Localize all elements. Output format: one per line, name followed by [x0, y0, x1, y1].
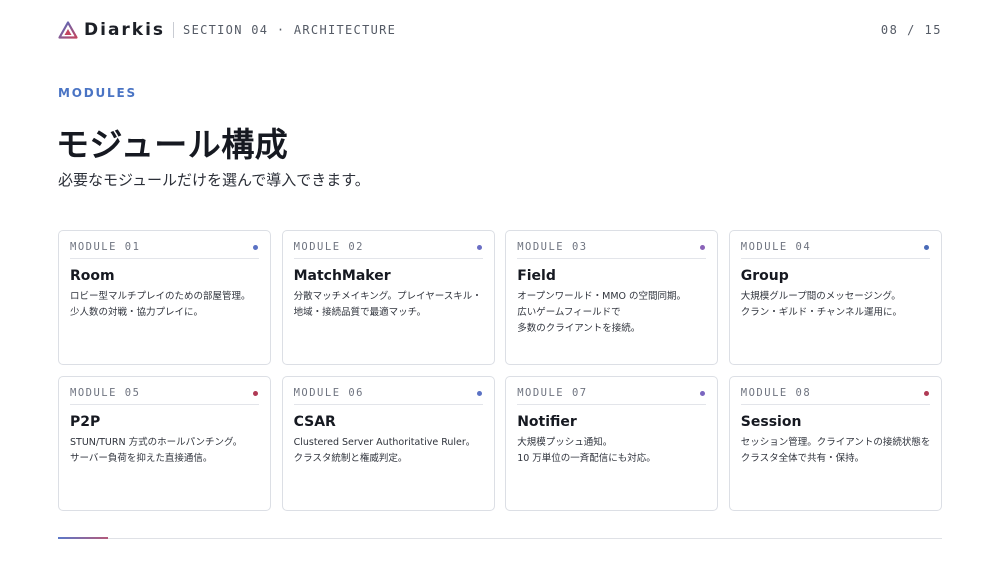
page-title: モジュール構成: [56, 125, 289, 164]
module-description-line: 分散マッチメイキング。プレイヤースキル・: [293, 291, 482, 302]
module-name: P2P: [70, 414, 101, 430]
module-code: MODULE 04: [740, 241, 812, 253]
section-label: SECTION 04 · ARCHITECTURE: [183, 23, 397, 37]
module-description: セッション管理。クライアントの接続状態を クラスタ全体で共有・保持。: [740, 435, 931, 467]
status-dot-icon: [476, 390, 482, 396]
module-name: Room: [70, 268, 115, 284]
progress-bar-fill: [58, 537, 108, 539]
module-card-header: MODULE 07: [517, 387, 707, 405]
status-dot-icon: [700, 244, 706, 250]
module-description: STUN/TURN 方式のホールパンチング。 サーバー負荷を抑えた直接通信。: [70, 435, 259, 467]
status-dot-icon: [923, 390, 929, 396]
module-grid: MODULE 01 Room ロビー型マルチプレイのための部屋管理。 少人数の対戦・協…: [58, 230, 942, 511]
module-code: MODULE 08: [740, 387, 812, 399]
module-card[interactable]: MODULE 03 Field オープンワールド・MMO の空間同期。 広いゲームフィ…: [505, 230, 719, 365]
module-code: MODULE 05: [70, 387, 141, 399]
eyebrow-label: MODULES: [58, 86, 137, 100]
status-dot-icon: [253, 244, 258, 250]
module-description-line: 地域・接続品質で最適マッチ。: [293, 307, 427, 318]
module-description-line: オープンワールド・MMO の空間同期。: [517, 291, 687, 302]
module-card[interactable]: MODULE 06 CSAR Clustered Server Authoritat…: [281, 376, 495, 511]
module-description-line: 10 万単位の一斉配信にも対応。: [517, 453, 656, 464]
module-name: Session: [740, 414, 802, 430]
module-card-header: MODULE 08: [740, 387, 930, 405]
status-dot-icon: [253, 390, 258, 396]
module-name: Group: [740, 268, 789, 284]
progress-track: [58, 538, 942, 539]
module-description: 分散マッチメイキング。プレイヤースキル・ 地域・接続品質で最適マッチ。: [294, 289, 483, 321]
module-card-header: MODULE 05: [70, 387, 259, 405]
module-description-line: ロビー型マルチプレイのための部屋管理。: [70, 291, 251, 302]
module-description: オープンワールド・MMO の空間同期。 広いゲームフィールドで多数のクライアントを…: [517, 289, 706, 337]
module-code: MODULE 01: [70, 241, 141, 253]
brand-name: Diarkis: [84, 20, 166, 40]
module-description-line: 少人数の対戦・協力プレイに。: [70, 307, 204, 318]
top-header: Diarkis SECTION 04 · ARCHITECTURE 08 / 1…: [58, 18, 942, 42]
module-card-header: MODULE 02: [293, 241, 483, 259]
module-description-line: 広いゲームフィールドで: [517, 307, 621, 318]
module-card[interactable]: MODULE 08 Session セッション管理。クライアントの接続状態を クラスタ…: [728, 376, 942, 511]
module-name: CSAR: [293, 414, 336, 430]
module-card[interactable]: MODULE 05 P2P STUN/TURN 方式のホールパンチング。 サーバー負荷…: [58, 376, 271, 511]
module-description: ロビー型マルチプレイのための部屋管理。 少人数の対戦・協力プレイに。: [70, 289, 259, 321]
module-name: Notifier: [517, 414, 577, 430]
status-dot-icon: [700, 390, 706, 396]
module-description-line: STUN/TURN 方式のホールパンチング。: [70, 437, 243, 448]
module-description-line: クラスタ全体で共有・保持。: [740, 453, 865, 464]
module-card-header: MODULE 03: [517, 241, 707, 259]
module-description-line: Clustered Server Authoritative Ruler。: [293, 437, 476, 448]
module-description-line: クラン・ギルド・チャンネル運用に。: [740, 307, 902, 318]
module-description-line: 大規模グループ間のメッセージング。: [740, 291, 901, 302]
page-counter: 08 / 15: [880, 23, 942, 37]
module-description-line: 大規模プッシュ通知。: [517, 437, 613, 448]
module-description-line: サーバー負荷を抑えた直接通信。: [70, 453, 213, 464]
module-card[interactable]: MODULE 01 Room ロビー型マルチプレイのための部屋管理。 少人数の対戦・協…: [58, 230, 271, 365]
triangle-logo-icon: [58, 21, 78, 39]
module-name: Field: [517, 268, 556, 284]
module-description: 大規模プッシュ通知。 10 万単位の一斉配信にも対応。: [517, 435, 706, 467]
module-description-line: クラスタ統制と権威判定。: [293, 453, 408, 464]
module-description-line: 多数のクライアントを接続。: [517, 323, 641, 334]
module-card[interactable]: MODULE 02 MatchMaker 分散マッチメイキング。プレイヤースキル・地…: [281, 230, 495, 365]
module-card-header: MODULE 06: [293, 387, 483, 405]
module-card[interactable]: MODULE 07 Notifier 大規模プッシュ通知。 10 万単位の一斉配信にも…: [505, 376, 719, 511]
module-card-header: MODULE 04: [740, 241, 930, 259]
module-code: MODULE 06: [293, 387, 364, 399]
header-divider: [173, 22, 175, 38]
module-card[interactable]: MODULE 04 Group 大規模グループ間のメッセージング。 クラン・ギルド・チ…: [728, 230, 942, 365]
module-card-header: MODULE 01: [70, 241, 259, 259]
brand-logo[interactable]: Diarkis: [58, 20, 165, 40]
module-code: MODULE 03: [517, 241, 588, 253]
module-description: 大規模グループ間のメッセージング。 クラン・ギルド・チャンネル運用に。: [741, 289, 930, 321]
module-code: MODULE 02: [293, 241, 364, 253]
status-dot-icon: [923, 244, 929, 250]
module-code: MODULE 07: [517, 387, 588, 399]
page-subtitle: 必要なモジュールだけを選んで導入できます。: [58, 171, 370, 189]
module-description-line: セッション管理。クライアントの接続状態を: [740, 437, 931, 448]
module-name: MatchMaker: [293, 268, 391, 284]
status-dot-icon: [476, 244, 482, 250]
module-description: Clustered Server Authoritative Ruler。 クラス…: [294, 435, 483, 467]
